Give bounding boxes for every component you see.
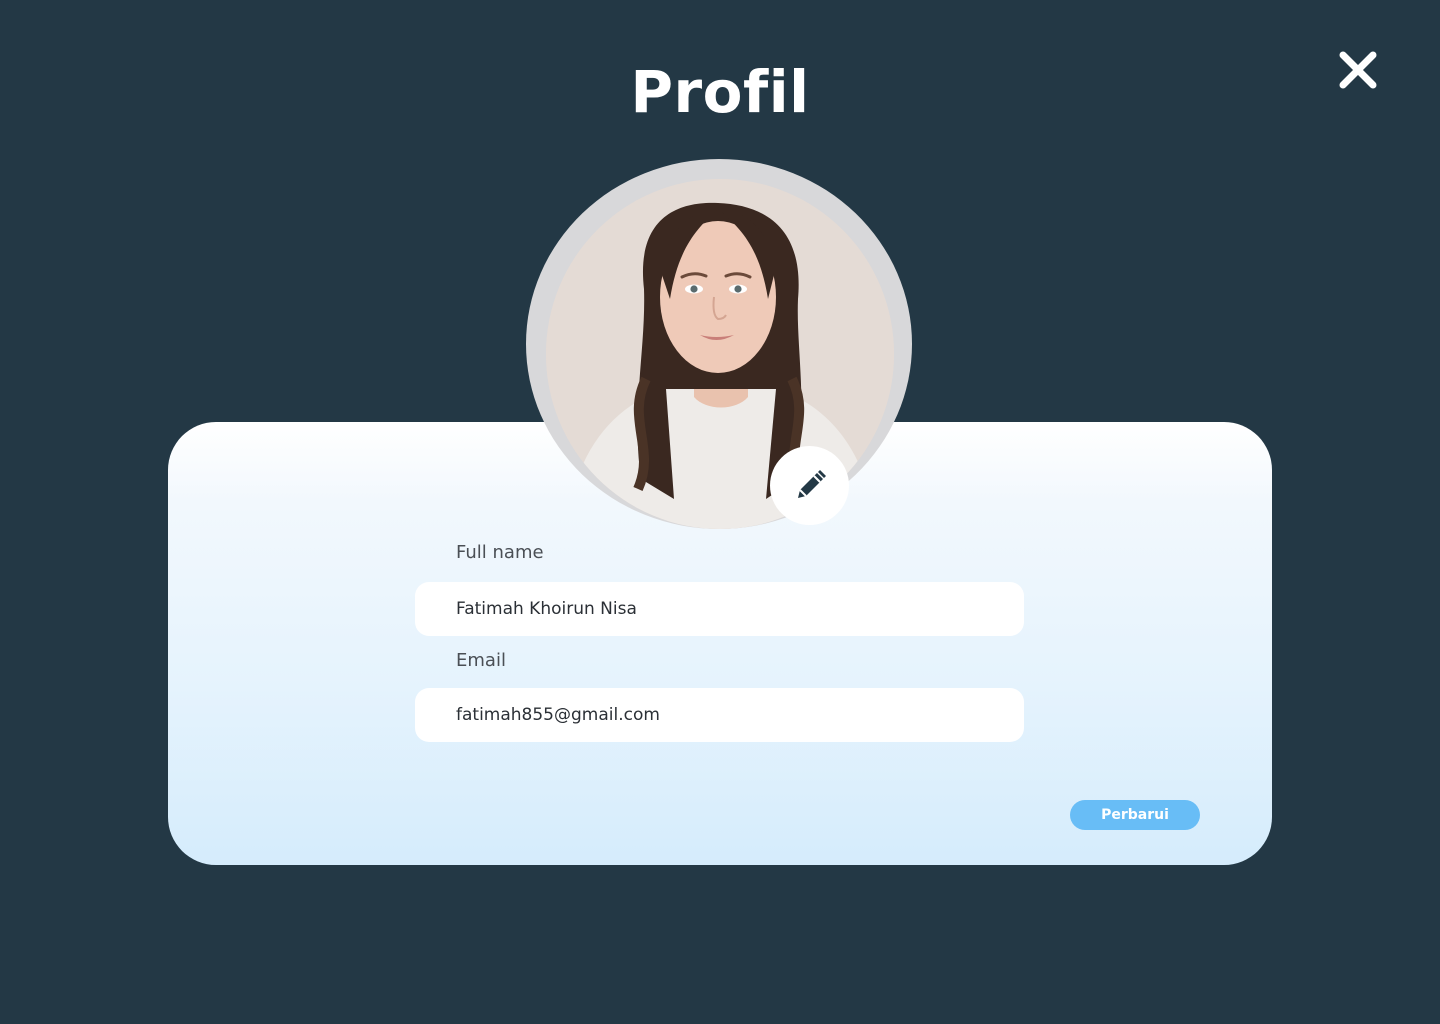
update-button[interactable]: Perbarui [1070, 800, 1200, 830]
close-button[interactable] [1334, 46, 1382, 94]
full-name-label: Full name [456, 542, 544, 563]
full-name-input[interactable] [415, 582, 1024, 636]
email-label: Email [456, 650, 506, 671]
page-title: Profil [630, 58, 810, 126]
pencil-icon [797, 469, 826, 498]
edit-photo-button[interactable] [770, 446, 849, 525]
close-icon [1339, 51, 1377, 89]
email-input[interactable] [415, 688, 1024, 742]
